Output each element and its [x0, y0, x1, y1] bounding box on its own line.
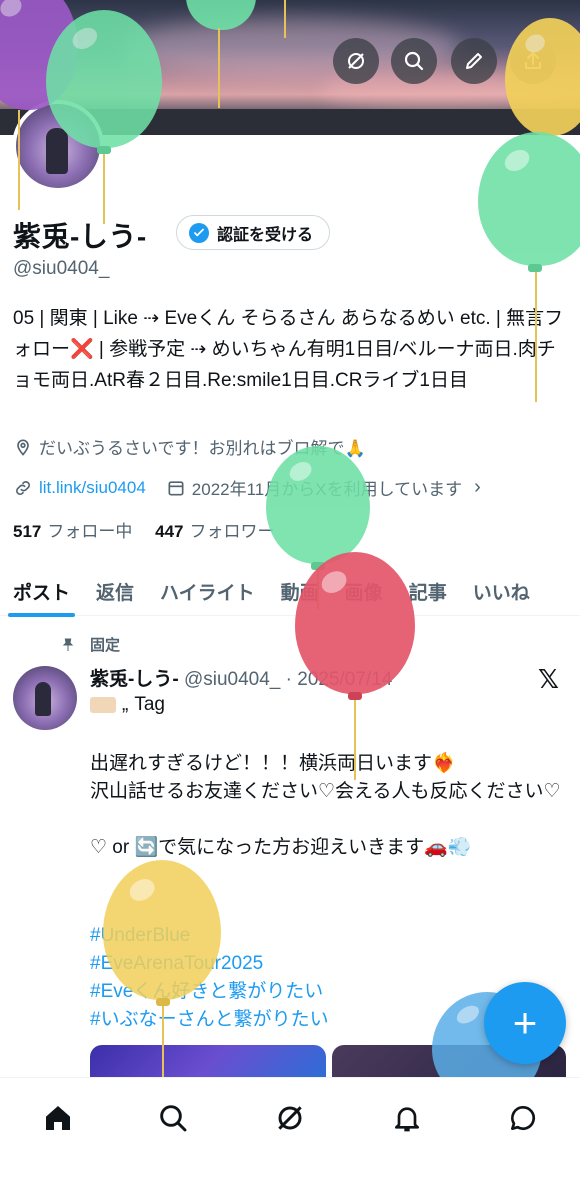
messages-icon	[511, 1105, 536, 1130]
x-logo-icon[interactable]: 𝕏	[538, 664, 559, 695]
profile-handle: @siu0404_	[13, 258, 110, 279]
profile-tabs: ポスト 返信 ハイライト 動画 画像 記事 いいね	[0, 566, 580, 617]
explore-icon	[348, 53, 364, 69]
get-verified-button[interactable]: 認証を受ける	[176, 215, 331, 250]
search-icon	[160, 1105, 187, 1132]
nav-search[interactable]	[153, 1098, 193, 1138]
location-icon	[17, 439, 29, 456]
pinned-indicator: 固定	[60, 634, 120, 655]
followers-link[interactable]: 447 フォロワー	[155, 522, 274, 541]
profile-link[interactable]: lit.link/siu0404	[39, 478, 146, 498]
compose-button[interactable]: +	[484, 982, 566, 1064]
pin-icon	[62, 638, 74, 651]
follow-stats: 517 フォロー中 447 フォロワー	[13, 517, 274, 542]
nav-grok[interactable]	[270, 1098, 310, 1138]
bottom-navigation	[0, 1077, 580, 1200]
following-link[interactable]: 517 フォロー中	[13, 522, 132, 541]
notifications-icon	[395, 1107, 419, 1132]
tab-likes[interactable]: いいね	[460, 566, 543, 616]
get-verified-label: 認証を受ける	[217, 226, 314, 244]
link-icon	[16, 480, 30, 495]
tab-replies[interactable]: 返信	[83, 566, 147, 616]
verified-badge-icon	[189, 222, 209, 243]
search-button[interactable]	[391, 38, 437, 84]
nav-messages[interactable]	[503, 1098, 543, 1138]
post-text: 出遅れすぎるけど！！！横浜両日います❤️‍🔥 沢山話せるお友達ください♡会える人…	[90, 753, 561, 858]
label-tag-icon	[90, 697, 116, 713]
tab-posts[interactable]: ポスト	[0, 566, 83, 617]
post-tag: „ Tag	[90, 694, 165, 716]
search-icon	[404, 51, 424, 71]
post-author-handle[interactable]: @siu0404_	[184, 669, 280, 690]
edit-profile-button[interactable]	[451, 38, 497, 84]
edit-icon	[466, 53, 482, 69]
tab-highlights[interactable]: ハイライト	[147, 566, 268, 616]
post-author-name[interactable]: 紫兎-しう-	[90, 669, 179, 690]
chevron-right-icon[interactable]: ›	[474, 476, 481, 499]
post-author-avatar[interactable]	[13, 666, 77, 730]
home-icon	[46, 1106, 70, 1130]
grok-icon	[278, 1106, 302, 1130]
profile-name: 紫兎-しう-	[13, 221, 147, 252]
nav-notifications[interactable]	[387, 1098, 427, 1138]
nav-home[interactable]	[38, 1098, 78, 1138]
profile-bio: 05 | 関東 | Like ⇢ Eveくん そらるさん あらなるめい etc.…	[13, 308, 564, 391]
hashtag-link[interactable]: #いぶなーさんと繋がりたい	[90, 1006, 329, 1034]
profile-meta-row: lit.link/siu0404 2022年11月からXを利用しています ›	[13, 475, 481, 500]
calendar-icon	[168, 480, 184, 495]
explore-button[interactable]	[333, 38, 379, 84]
